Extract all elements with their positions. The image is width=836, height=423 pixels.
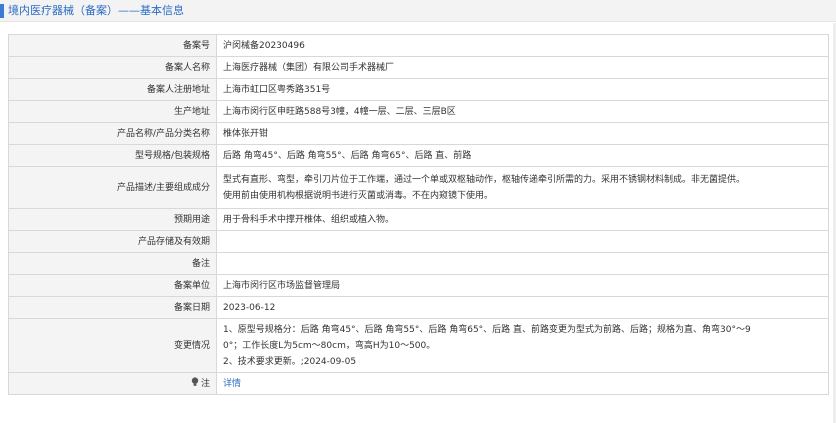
row-value-registrant-name: 上海医疗器械（集团）有限公司手术器械厂 [216,56,829,79]
row-label-changes: 变更情况 [8,318,217,373]
row-value-intended-use: 用于骨科手术中撑开椎体、组织或植入物。 [216,208,829,231]
row-label-intended-use: 预期用途 [8,208,217,231]
row-value-record-no: 沪闵械备20230496 [216,34,829,57]
row-value-production-address: 上海市闵行区申旺路588号3幢，4幢一层、二层、三层B区 [216,100,829,123]
row-label-product-name: 产品名称/产品分类名称 [8,122,217,145]
row-label-registrant-name: 备案人名称 [8,56,217,79]
row-label-model-spec: 型号规格/包装规格 [8,144,217,167]
row-value-description: 型式有直形、弯型，牵引刀片位于工作端，通过一个单或双枢轴动作，枢轴传递牵引所需的… [216,166,829,209]
table-row: 型号规格/包装规格 后路 角弯45°、后路 角弯55°、后路 角弯65°、后路 … [8,144,829,167]
row-value-note: 详情 [216,372,829,395]
row-label-registrant-address: 备案人注册地址 [8,78,217,101]
table-row: 备案人名称 上海医疗器械（集团）有限公司手术器械厂 [8,56,829,79]
details-link[interactable]: 详情 [223,379,241,389]
changes-line: 2、技术要求更新。;2024-09-05 [223,356,357,367]
bulb-icon [191,376,199,386]
row-label-production-address: 生产地址 [8,100,217,123]
row-label-filing-unit: 备案单位 [8,274,217,297]
row-label-filing-date: 备案日期 [8,296,217,319]
note-label: 注 [200,378,210,389]
table-row: 备案日期 2023-06-12 [8,296,829,319]
info-table: 备案号 沪闵械备20230496 备案人名称 上海医疗器械（集团）有限公司手术器… [8,34,829,395]
table-row: 备注 [8,252,829,275]
row-value-changes: 1、原型号规格分：后路 角弯45°、后路 角弯55°、后路 角弯65°、后路 直… [216,318,829,373]
row-value-remarks [216,252,829,275]
row-label-description: 产品描述/主要组成成分 [8,166,217,209]
table-row: 产品存储及有效期 [8,230,829,253]
description-line: 使用前由使用机构根据说明书进行灭菌或消毒。不在内窥镜下使用。 [223,190,494,201]
row-value-model-spec: 后路 角弯45°、后路 角弯55°、后路 角弯65°、后路 直、前路 [216,144,829,167]
changes-line: 1、原型号规格分：后路 角弯45°、后路 角弯55°、后路 角弯65°、后路 直… [223,324,751,335]
row-value-storage [216,230,829,253]
row-value-product-name: 椎体张开钳 [216,122,829,145]
table-row: 预期用途 用于骨科手术中撑开椎体、组织或植入物。 [8,208,829,231]
table-row: 备案人注册地址 上海市虹口区粤秀路351号 [8,78,829,101]
header-accent-bar [0,4,4,18]
changes-line: 0°；工作长度L为5cm～80cm，弯高H为10～500。 [223,340,436,351]
row-label-storage: 产品存储及有效期 [8,230,217,253]
page-title: 境内医疗器械（备案）——基本信息 [8,4,184,17]
row-value-registrant-address: 上海市虹口区粤秀路351号 [216,78,829,101]
page-header: 境内医疗器械（备案）——基本信息 [0,0,836,22]
row-value-filing-unit: 上海市闵行区市场监督管理局 [216,274,829,297]
info-table-container: 备案号 沪闵械备20230496 备案人名称 上海医疗器械（集团）有限公司手术器… [8,34,829,395]
table-row: 备案号 沪闵械备20230496 [8,34,829,57]
table-row: 变更情况 1、原型号规格分：后路 角弯45°、后路 角弯55°、后路 角弯65°… [8,318,829,373]
table-row: 备案单位 上海市闵行区市场监督管理局 [8,274,829,297]
row-label-note: 注 [8,372,217,395]
table-row: 产品描述/主要组成成分 型式有直形、弯型，牵引刀片位于工作端，通过一个单或双枢轴… [8,166,829,209]
table-row: 生产地址 上海市闵行区申旺路588号3幢，4幢一层、二层、三层B区 [8,100,829,123]
table-row: 注 详情 [8,372,829,395]
row-value-filing-date: 2023-06-12 [216,296,829,319]
row-label-record-no: 备案号 [8,34,217,57]
row-label-remarks: 备注 [8,252,217,275]
table-row: 产品名称/产品分类名称 椎体张开钳 [8,122,829,145]
description-line: 型式有直形、弯型，牵引刀片位于工作端，通过一个单或双枢轴动作，枢轴传递牵引所需的… [223,174,746,185]
